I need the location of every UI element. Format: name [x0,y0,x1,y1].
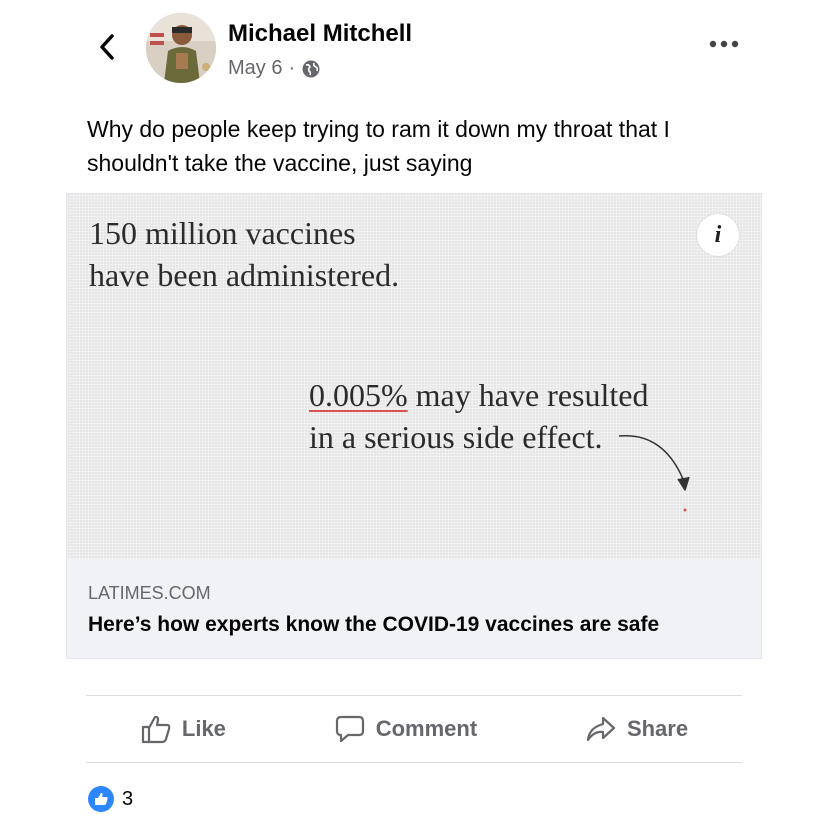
thumbs-up-icon [141,715,171,744]
comment-label: Comment [375,716,478,741]
author-avatar[interactable] [146,13,216,83]
image-callout: 0.005% may have resulted in a serious si… [309,374,648,458]
like-reaction-icon [88,786,114,812]
post-date[interactable]: May 6 [228,57,282,80]
image-headline-line1: 150 million vaccines [89,215,356,251]
globe-icon [302,60,320,77]
link-preview-image[interactable]: 150 million vaccines have been administe… [67,194,761,559]
back-button[interactable] [92,30,122,64]
callout-line2: in a serious side effect. [309,419,603,455]
share-icon [586,716,616,742]
link-footer[interactable]: LATIMES.COM Here’s how experts know the … [67,559,761,658]
like-label: Like [181,716,226,741]
link-preview-card[interactable]: 150 million vaccines have been administe… [66,193,762,659]
post-actions: Like Comment Share [86,696,742,762]
callout-rest: may have resulted [407,377,649,413]
author-name[interactable]: Michael Mitchell [228,20,412,48]
link-title[interactable]: Here’s how experts know the COVID-19 vac… [88,613,659,637]
callout-percent: 0.005% [309,377,408,413]
share-button[interactable]: Share [585,715,688,743]
reaction-count: 3 [122,787,134,810]
like-button[interactable]: Like [140,714,226,744]
reaction-summary[interactable]: 3 [88,786,133,812]
meta-separator: · [288,57,296,79]
share-label: Share [626,716,689,741]
chevron-left-icon [100,34,114,60]
link-domain: LATIMES.COM [88,583,211,603]
info-button[interactable]: i [697,214,739,256]
divider-bottom [86,762,742,763]
avatar-image [146,13,216,83]
image-headline: 150 million vaccines have been administe… [89,212,399,296]
ellipsis-icon [709,40,739,48]
post-meta: May 6 · [228,57,321,80]
comment-icon [335,715,364,743]
comment-button[interactable]: Comment [334,714,477,744]
callout-line1: 0.005% may have resulted [309,374,648,416]
image-headline-line2: have been administered. [89,257,400,293]
more-options-button[interactable] [706,34,742,54]
post-text: Why do people keep trying to ram it down… [87,116,670,176]
curved-arrow-icon [618,435,690,512]
